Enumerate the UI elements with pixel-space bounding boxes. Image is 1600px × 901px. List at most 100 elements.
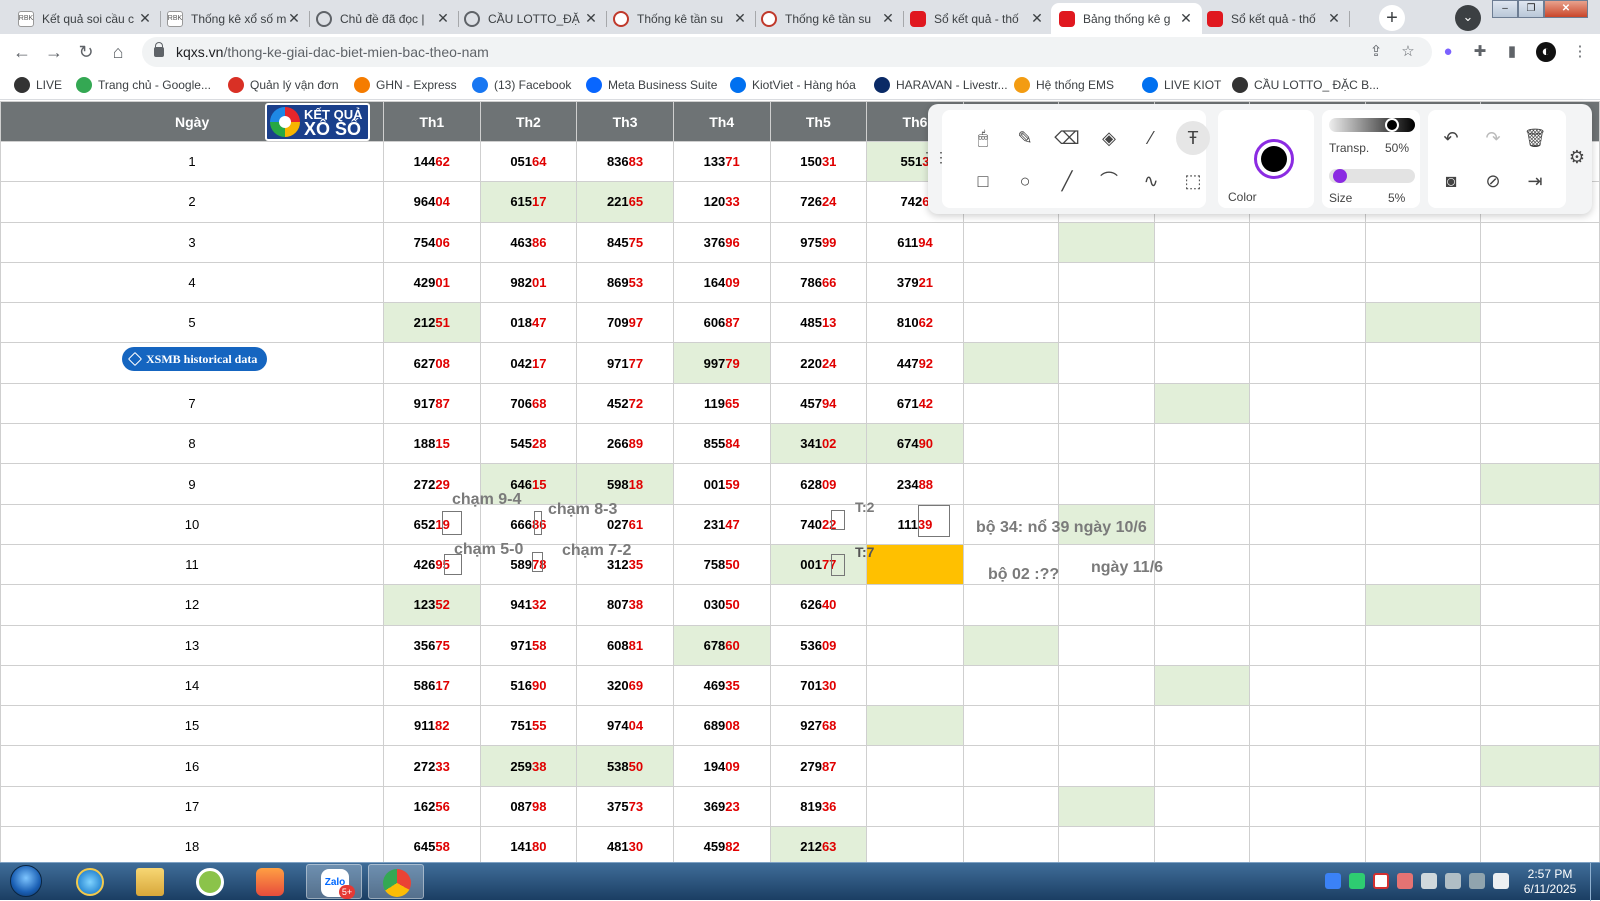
back-button[interactable]: ← (10, 40, 34, 64)
pencil-icon[interactable]: ✎ (1008, 121, 1042, 155)
tab-close-icon[interactable]: ✕ (435, 10, 451, 27)
color-picker[interactable] (1254, 139, 1294, 179)
tab-4[interactable]: Thống kê tần su ✕ (605, 3, 756, 34)
result-head-digits: 911 (414, 718, 436, 734)
curve-tool-icon[interactable]: ⌒ (1092, 164, 1126, 198)
tab-7[interactable]: Bảng thống kê g ✕ (1051, 3, 1202, 34)
tray-signal-icon[interactable] (1493, 873, 1509, 889)
day-cell: 14 (0, 664, 384, 707)
show-desktop-button[interactable] (1590, 863, 1600, 901)
tab-5[interactable]: Thống kê tần su ✕ (753, 3, 904, 34)
tab-3[interactable]: CẦU LOTTO_ĐẶ ✕ (456, 3, 607, 34)
address-bar[interactable]: kqxs.vn/thong-ke-giai-dac-biet-mien-bac-… (142, 37, 1432, 67)
maximize-button[interactable]: ❐ (1518, 0, 1544, 18)
circle-tool-icon[interactable]: ○ (1008, 164, 1042, 198)
new-tab-button[interactable]: + (1379, 5, 1405, 31)
tab-search-button[interactable]: ⌄ (1455, 5, 1481, 31)
tray-keyboard-icon[interactable] (1325, 873, 1341, 889)
drag-handle-icon[interactable]: ⋮⋮ (920, 140, 948, 174)
tray-power-icon[interactable] (1445, 873, 1461, 889)
tab-2[interactable]: Chủ đề đã đọc | ✕ (308, 3, 459, 34)
bookmark-item[interactable]: Trang chủ - Google... (76, 76, 211, 94)
extension-drop-icon[interactable]: ● (1438, 42, 1458, 62)
transparency-slider[interactable] (1329, 118, 1415, 132)
result-tail-digits: 62 (435, 154, 450, 170)
bookmark-item[interactable]: Quản lý vận đơn (228, 76, 339, 94)
rectangle-tool-icon[interactable]: □ (966, 164, 1000, 198)
taskbar-zalo[interactable]: Zalo 5+ (306, 864, 362, 899)
tab-close-icon[interactable]: ✕ (583, 10, 599, 27)
tab-0[interactable]: RBK Kết quả soi cầu c ✕ (10, 3, 161, 34)
tab-close-icon[interactable]: ✕ (1178, 10, 1194, 27)
share-icon[interactable]: ⇪ (1366, 42, 1386, 62)
forward-button[interactable]: → (42, 40, 66, 64)
tab-close-icon[interactable]: ✕ (1326, 10, 1342, 27)
text-tool-icon[interactable]: Ŧ (1176, 121, 1210, 155)
bookmark-item[interactable]: HARAVAN - Livestr... (874, 76, 1008, 94)
tray-v-icon[interactable] (1373, 873, 1389, 889)
bookmark-item[interactable]: LIVE (14, 76, 62, 94)
camera-icon[interactable]: ◙ (1434, 164, 1468, 198)
minimize-button[interactable]: – (1492, 0, 1518, 18)
reload-button[interactable]: ↻ (74, 40, 98, 64)
taskbar-ie[interactable] (62, 864, 118, 899)
bookmark-star-icon[interactable]: ☆ (1398, 42, 1418, 62)
mouse-icon[interactable]: 🖱 (966, 121, 1000, 155)
side-panel-icon[interactable]: ▮ (1502, 42, 1522, 62)
size-label: Size (1329, 191, 1353, 205)
result-tail-digits: 42 (918, 395, 934, 411)
bookmark-item[interactable]: CẦU LOTTO_ ĐẶC B... (1232, 76, 1379, 94)
bookmark-item[interactable]: KiotViet - Hàng hóa (730, 76, 856, 94)
bookmark-item[interactable]: Hệ thống EMS (1014, 76, 1114, 94)
taskbar-chrome[interactable] (368, 864, 424, 899)
extensions-puzzle-icon[interactable]: ✚ (1470, 42, 1490, 62)
undo-icon[interactable]: ↶ (1434, 121, 1468, 155)
trash-icon[interactable]: 🗑 (1518, 121, 1552, 155)
xsmb-chip[interactable]: XSMB historical data (122, 347, 268, 371)
tab-6[interactable]: Sổ kết quả - thố ✕ (902, 3, 1053, 34)
redo-icon[interactable]: ↷ (1476, 121, 1510, 155)
taskbar-media[interactable] (242, 864, 298, 899)
exit-icon[interactable]: ⇥ (1518, 164, 1552, 198)
eraser-icon[interactable]: ⌫ (1050, 121, 1084, 155)
tab-1[interactable]: RBK Thống kê xổ số m ✕ (159, 3, 310, 34)
bookmark-item[interactable]: GHN - Express (354, 76, 457, 94)
bookmark-item[interactable]: LIVE KIOT (1142, 76, 1221, 94)
home-button[interactable]: ⌂ (106, 40, 130, 64)
tab-close-icon[interactable]: ✕ (880, 10, 896, 27)
menu-icon[interactable]: ⋮ (1570, 42, 1590, 62)
profile-avatar[interactable]: ◐ (1536, 42, 1556, 62)
tray-volume-muted-icon[interactable] (1469, 873, 1485, 889)
size-slider[interactable] (1329, 169, 1415, 183)
tab-close-icon[interactable]: ✕ (1029, 10, 1045, 27)
result-cell: 62708 (382, 342, 481, 384)
taskbar-clock[interactable]: 2:57 PM 6/11/2025 (1518, 867, 1582, 897)
start-button[interactable] (4, 863, 48, 901)
settings-gear-icon[interactable]: ⚙ (1560, 140, 1594, 174)
tab-close-icon[interactable]: ✕ (732, 10, 748, 27)
tray-speaker-icon[interactable] (1421, 873, 1437, 889)
bookmark-item[interactable]: Meta Business Suite (586, 76, 717, 94)
table-row: 11 42695 58978 31235 75850 00177 (0, 543, 1600, 586)
tab-8[interactable]: Sổ kết quả - thố ✕ (1199, 3, 1350, 34)
result-head-digits: 974 (606, 718, 629, 734)
close-window-button[interactable]: ✕ (1544, 0, 1588, 18)
tray-network-app-icon[interactable] (1349, 873, 1365, 889)
transparency-slider-knob[interactable] (1385, 118, 1399, 132)
tab-close-icon[interactable]: ✕ (137, 10, 153, 27)
taskbar-explorer[interactable] (122, 864, 178, 899)
line-tool-icon[interactable]: ╱ (1050, 164, 1084, 198)
polygon-tool-icon[interactable]: ⬚ (1176, 164, 1210, 198)
result-tail-digits: 96 (725, 234, 740, 250)
taskbar-app-green[interactable] (182, 864, 238, 899)
paint-bucket-icon[interactable]: ◈ (1092, 121, 1126, 155)
bookmark-item[interactable]: (13) Facebook (472, 76, 571, 94)
tab-close-icon[interactable]: ✕ (286, 10, 302, 27)
spline-tool-icon[interactable]: ∿ (1134, 164, 1168, 198)
size-slider-knob[interactable] (1332, 169, 1347, 183)
eyedropper-icon[interactable]: ⁄ (1134, 121, 1168, 155)
tray-app-icon[interactable] (1397, 873, 1413, 889)
kqxs-logo[interactable]: KẾT QUẢ XỔ SỐ (265, 103, 370, 141)
result-tail-digits: 30 (821, 678, 837, 693)
hide-eye-icon[interactable]: ⊘ (1476, 164, 1510, 198)
